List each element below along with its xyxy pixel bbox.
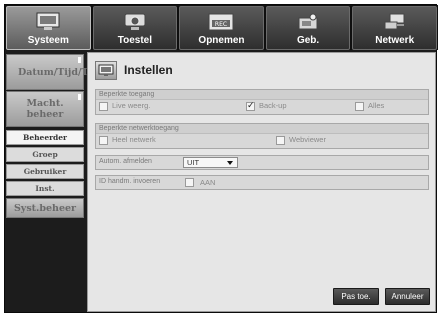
- tab-toestel[interactable]: Toestel: [92, 6, 178, 50]
- sidebar-subitem-groep[interactable]: Groep: [6, 147, 84, 162]
- group-header: Beperkte netwerktoegang: [96, 124, 428, 134]
- submenu-indicator-icon: [78, 94, 81, 100]
- sidebar-item-label: Datum/Tijd/Taal: [18, 66, 104, 78]
- event-camera-icon: [293, 11, 323, 33]
- group-header: Beperkte toegang: [96, 90, 428, 100]
- checkbox-label: Back-up: [259, 101, 287, 110]
- select-value: UIT: [187, 158, 200, 167]
- sidebar-item-syst-beheer[interactable]: Syst.beheer: [6, 198, 84, 218]
- auto-logout-select[interactable]: UIT: [183, 157, 238, 168]
- webviewer-checkbox[interactable]: [276, 136, 285, 145]
- live-view-checkbox[interactable]: [99, 102, 108, 111]
- tab-label: Toestel: [117, 35, 153, 46]
- dvr-menu-window: Systeem Toestel REC Opnemen Geb. Netwerk: [4, 4, 438, 313]
- cancel-button[interactable]: Annuleer: [385, 288, 430, 305]
- monitor-icon: [33, 11, 63, 33]
- tab-geb[interactable]: Geb.: [265, 6, 351, 50]
- auto-logout-row: Autom. afmelden UIT: [95, 155, 429, 170]
- tab-opnemen[interactable]: REC Opnemen: [179, 6, 264, 50]
- options-row: Heel netwerk Webviewer: [96, 134, 428, 147]
- rec-icon: REC: [206, 11, 236, 33]
- sidebar-subitem-inst[interactable]: Inst.: [6, 181, 84, 196]
- sidebar: Datum/Tijd/Taal Macht. beheer Beheerder …: [6, 52, 104, 312]
- checkbox-label: Alles: [368, 101, 385, 110]
- panel-header: Instellen: [95, 60, 173, 80]
- tab-label: Systeem: [27, 35, 69, 46]
- sidebar-item-datum-tijd-taal[interactable]: Datum/Tijd/Taal: [6, 54, 104, 90]
- auto-logout-label: Autom. afmelden: [99, 158, 152, 165]
- tab-label: Geb.: [296, 35, 320, 46]
- tab-netwerk[interactable]: Netwerk: [352, 6, 437, 50]
- checkbox-label: Webviewer: [289, 135, 326, 144]
- apply-button[interactable]: Pas toe.: [333, 288, 379, 305]
- manual-id-checkbox[interactable]: [185, 178, 194, 187]
- sidebar-subitem-gebruiker[interactable]: Gebruiker: [6, 164, 84, 179]
- sidebar-subitem-beheerder[interactable]: Beheerder: [6, 130, 84, 145]
- checkbox-label: Live weerg.: [112, 101, 151, 110]
- restricted-access-group: Beperkte toegang Live weerg. Back-up All…: [95, 89, 429, 115]
- manual-id-label: ID handm. invoeren: [99, 178, 161, 185]
- backup-checkbox[interactable]: [246, 100, 255, 111]
- checkbox-label: AAN: [200, 178, 216, 187]
- main-tab-bar: Systeem Toestel REC Opnemen Geb. Netwerk: [5, 5, 438, 50]
- tab-label: Opnemen: [198, 35, 245, 46]
- all-checkbox[interactable]: [355, 102, 364, 111]
- network-icon: [380, 11, 410, 33]
- settings-panel: Instellen Beperkte toegang Live weerg. B…: [87, 52, 436, 312]
- checkbox-label: Heel netwerk: [112, 135, 156, 144]
- tab-systeem[interactable]: Systeem: [6, 6, 91, 50]
- tab-label: Netwerk: [375, 35, 415, 46]
- network-restriction-group: Beperkte netwerktoegang Heel netwerk Web…: [95, 123, 429, 149]
- svg-text:REC: REC: [215, 21, 227, 28]
- camera-icon: [120, 11, 150, 33]
- whole-network-checkbox[interactable]: [99, 136, 108, 145]
- manual-id-row: ID handm. invoeren AAN: [95, 175, 429, 190]
- submenu-indicator-icon: [78, 57, 81, 63]
- chevron-down-icon: [227, 161, 233, 165]
- settings-monitor-icon: [95, 60, 117, 80]
- sidebar-item-label: Syst.beheer: [13, 202, 77, 214]
- page-title: Instellen: [124, 63, 173, 77]
- sidebar-item-macht-beheer[interactable]: Macht. beheer: [6, 91, 84, 127]
- sidebar-item-label: Macht. beheer: [26, 98, 64, 120]
- options-row: Live weerg. Back-up Alles: [96, 100, 428, 113]
